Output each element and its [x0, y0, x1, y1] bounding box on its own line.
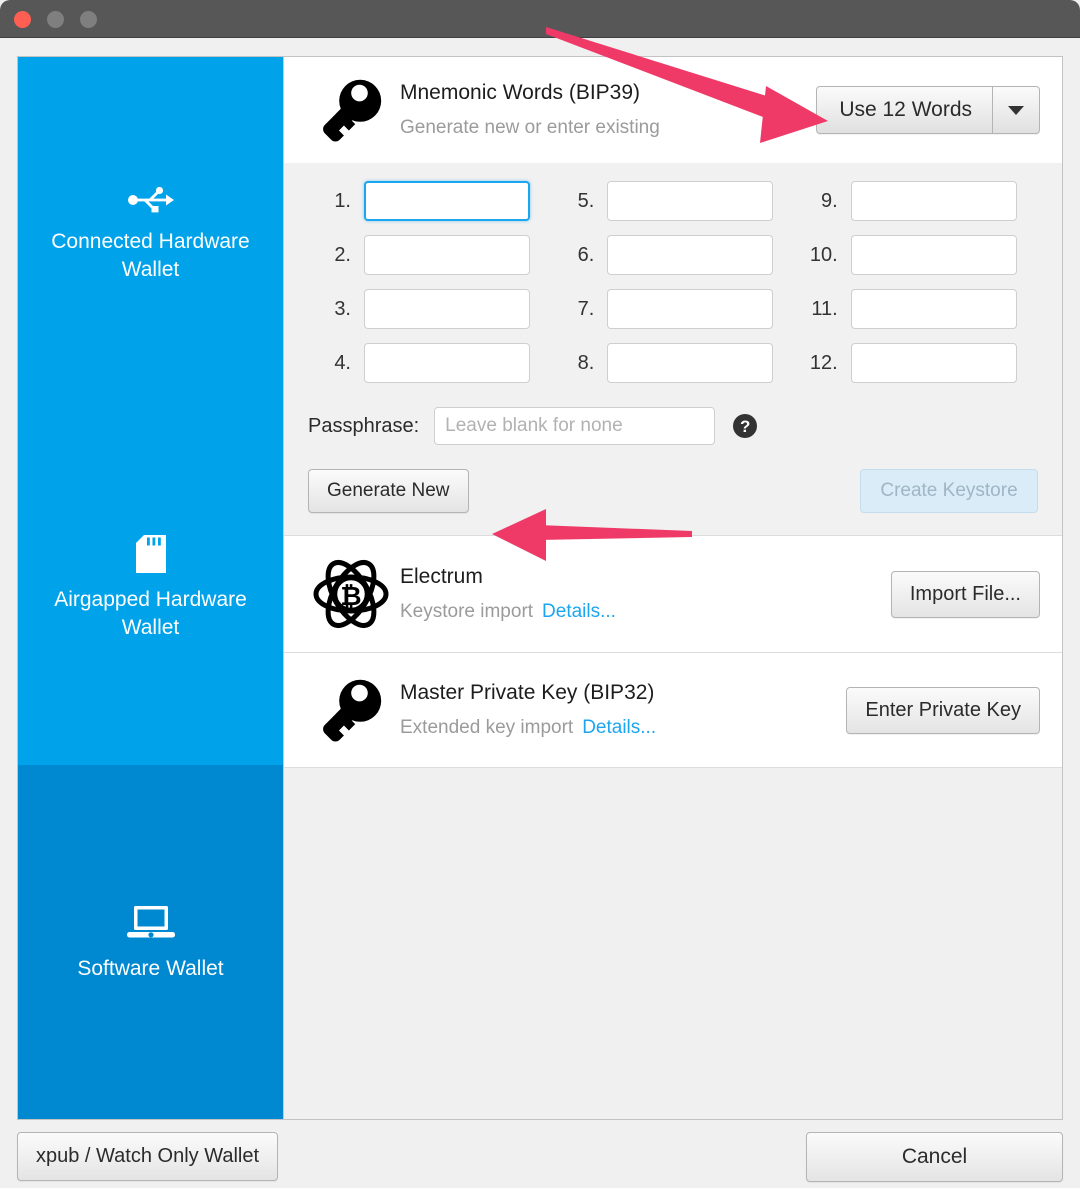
mnemonic-card-actions: Use 12 Words [816, 86, 1040, 134]
xpub-watch-only-wallet-button[interactable]: xpub / Watch Only Wallet [17, 1132, 279, 1181]
mnemonic-word-cell-12: 12. [795, 343, 1038, 383]
close-window-button[interactable] [14, 11, 31, 28]
master-private-key-card-header: Master Private Key (BIP32) Extended key … [284, 653, 1062, 767]
key-icon [308, 675, 394, 745]
wallet-type-sidebar: Connected Hardware Wallet Airgapped Hard… [18, 57, 283, 1119]
word-number: 8. [577, 351, 595, 374]
passphrase-input[interactable] [434, 407, 716, 445]
mnemonic-word-input-6[interactable] [607, 235, 774, 275]
mnemonic-word-cell-10: 10. [795, 235, 1038, 275]
electrum-title: Electrum [400, 564, 483, 588]
mnemonic-card-header: Mnemonic Words (BIP39) Generate new or e… [284, 57, 1062, 163]
mnemonic-word-cell-9: 9. [795, 181, 1038, 221]
mnemonic-word-cell-11: 11. [795, 289, 1038, 329]
sidebar-item-label: Airgapped Hardware Wallet [54, 587, 247, 639]
help-icon[interactable]: ? [733, 414, 758, 438]
master-private-key-card-actions: Enter Private Key [846, 686, 1040, 734]
mnemonic-word-input-9[interactable] [850, 181, 1017, 221]
mnemonic-word-cell-3: 3. [308, 289, 551, 329]
electrum-atom-icon: ₿ [308, 558, 394, 630]
electrum-card-header: ₿ Electrum Keystore import Details... Imp… [284, 536, 1062, 652]
master-private-key-details-link[interactable]: Details... [582, 717, 656, 738]
passphrase-row: Passphrase: ? [308, 407, 1038, 445]
key-icon [308, 75, 394, 145]
maximize-window-button[interactable] [80, 11, 97, 28]
master-private-key-card: Master Private Key (BIP32) Extended key … [284, 653, 1062, 768]
mnemonic-word-input-11[interactable] [850, 289, 1017, 329]
mnemonic-word-cell-8: 8. [551, 343, 794, 383]
word-number: 9. [820, 189, 838, 212]
mnemonic-word-form: 1. 5. 9. 2. 6. 10. 3. 7. 11. 4. 8. 12. P… [284, 163, 1062, 536]
passphrase-label: Passphrase: [308, 414, 420, 437]
electrum-card-actions: Import File... [890, 570, 1040, 618]
laptop-icon [126, 904, 175, 942]
word-number: 4. [334, 351, 351, 374]
word-number: 1. [334, 189, 351, 212]
word-count-split-button[interactable]: Use 12 Words [816, 86, 1040, 134]
sidebar-item-connected-hardware-wallet[interactable]: Connected Hardware Wallet [18, 57, 283, 411]
mnemonic-card-text: Mnemonic Words (BIP39) Generate new or e… [394, 78, 816, 143]
mnemonic-word-cell-1: 1. [308, 181, 551, 221]
sidebar-item-software-wallet[interactable]: Software Wallet [18, 765, 283, 1119]
master-private-key-subtitle: Extended key import [400, 716, 574, 738]
word-number: 6. [577, 243, 595, 266]
import-file-button[interactable]: Import File... [890, 570, 1040, 618]
generate-new-button[interactable]: Generate New [308, 469, 469, 513]
sidebar-item-label: Connected Hardware Wallet [51, 229, 250, 281]
mnemonic-card: Mnemonic Words (BIP39) Generate new or e… [284, 57, 1062, 163]
electrum-subtitle: Keystore import [400, 600, 534, 622]
mnemonic-word-input-5[interactable] [607, 181, 774, 221]
window-titlebar [0, 0, 1080, 38]
master-private-key-subtitle-row: Extended key import Details... [400, 713, 846, 743]
mnemonic-word-input-1[interactable] [364, 181, 530, 221]
mnemonic-title: Mnemonic Words (BIP39) [400, 80, 641, 104]
word-count-button[interactable]: Use 12 Words [817, 87, 993, 133]
mnemonic-word-input-4[interactable] [364, 343, 530, 383]
mnemonic-word-cell-6: 6. [551, 235, 794, 275]
master-private-key-title: Master Private Key (BIP32) [400, 680, 655, 704]
chevron-down-icon [1008, 105, 1024, 115]
word-number: 11. [811, 297, 838, 320]
mnemonic-subtitle: Generate new or enter existing [400, 116, 660, 138]
cancel-button[interactable]: Cancel [806, 1132, 1063, 1182]
word-number: 7. [577, 297, 595, 320]
mnemonic-word-input-7[interactable] [607, 289, 774, 329]
wallet-setup-window: Connected Hardware Wallet Airgapped Hard… [0, 0, 1080, 1188]
mnemonic-word-input-10[interactable] [850, 235, 1017, 275]
mnemonic-word-input-2[interactable] [364, 235, 530, 275]
mnemonic-word-cell-5: 5. [551, 181, 794, 221]
mnemonic-word-grid: 1. 5. 9. 2. 6. 10. 3. 7. 11. 4. 8. 12. [308, 181, 1038, 383]
sidebar-item-label: Software Wallet [77, 956, 224, 980]
usb-icon [127, 185, 174, 215]
electrum-card: ₿ Electrum Keystore import Details... Imp… [284, 536, 1062, 653]
enter-private-key-button[interactable]: Enter Private Key [846, 686, 1040, 734]
sidebar-item-airgapped-hardware-wallet[interactable]: Airgapped Hardware Wallet [18, 411, 283, 765]
word-number: 2. [334, 243, 351, 266]
electrum-card-text: Electrum Keystore import Details... [394, 562, 891, 627]
mnemonic-word-cell-7: 7. [551, 289, 794, 329]
sdcard-icon [135, 534, 166, 573]
electrum-details-link[interactable]: Details... [542, 601, 616, 622]
word-number: 12. [809, 351, 838, 374]
mnemonic-word-input-3[interactable] [364, 289, 530, 329]
word-number: 5. [577, 189, 595, 212]
word-number: 10. [809, 243, 838, 266]
svg-text:₿: ₿ [340, 581, 361, 611]
window-body: Connected Hardware Wallet Airgapped Hard… [0, 38, 1080, 1188]
keystore-source-pane: Mnemonic Words (BIP39) Generate new or e… [283, 57, 1062, 1119]
mnemonic-word-cell-2: 2. [308, 235, 551, 275]
mnemonic-word-input-8[interactable] [607, 343, 774, 383]
mnemonic-word-cell-4: 4. [308, 343, 551, 383]
electrum-subtitle-row: Keystore import Details... [400, 597, 891, 627]
minimize-window-button[interactable] [47, 11, 64, 28]
mnemonic-word-input-12[interactable] [850, 343, 1017, 383]
mnemonic-form-buttons: Generate New Create Keystore [308, 469, 1038, 513]
word-number: 3. [334, 297, 351, 320]
create-keystore-button[interactable]: Create Keystore [860, 469, 1038, 513]
content-frame: Connected Hardware Wallet Airgapped Hard… [17, 56, 1063, 1120]
dialog-footer: xpub / Watch Only Wallet Cancel [0, 1120, 1080, 1188]
master-private-key-card-text: Master Private Key (BIP32) Extended key … [394, 678, 846, 743]
word-count-dropdown-toggle[interactable] [993, 87, 1039, 133]
